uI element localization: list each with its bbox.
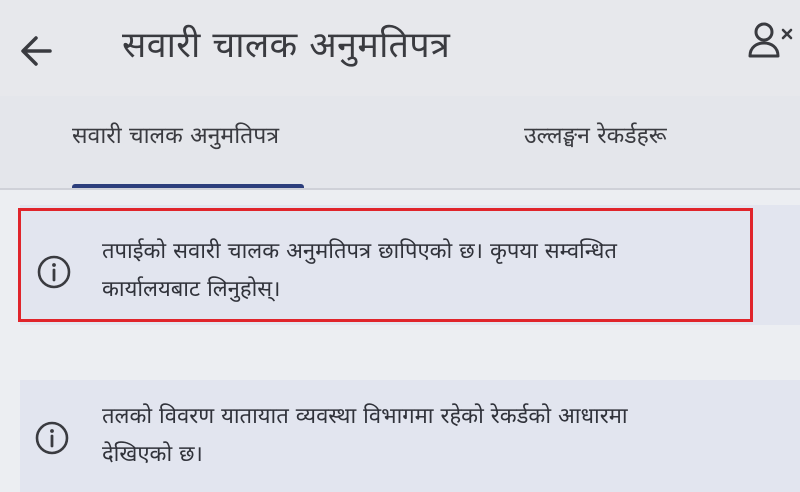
driving-license-screen: सवारी चालक अनुमतिपत्र सवारी चालक अनुमतिप… — [0, 0, 800, 492]
user-account-button[interactable] — [744, 18, 800, 68]
license-printed-notice: तपाईको सवारी चालक अनुमतिपत्र छापिएको छ। … — [20, 205, 800, 325]
info-icon — [35, 421, 69, 455]
app-bar: सवारी चालक अनुमतिपत्र — [0, 0, 800, 96]
user-remove-icon — [748, 22, 793, 58]
notice-text: तलको विवरण यातायात व्यवस्था विभागमा रहेक… — [102, 404, 628, 467]
back-button[interactable] — [14, 26, 64, 76]
notice-text: तपाईको सवारी चालक अनुमतिपत्र छापिएको छ। … — [102, 239, 617, 302]
info-icon — [37, 255, 71, 289]
tab-bar: सवारी चालक अनुमतिपत्र उल्लङ्घन रेकर्डहरू — [0, 96, 800, 189]
tab-divider — [0, 188, 800, 190]
tab-driving-license[interactable]: सवारी चालक अनुमतिपत्र — [72, 116, 279, 156]
arrow-left-icon — [21, 36, 52, 66]
page-title: सवारी चालक अनुमतिपत्र — [122, 25, 451, 66]
tab-violation-records[interactable]: उल्लङ्घन रेकर्डहरू — [524, 116, 667, 156]
record-source-notice: तलको विवरण यातायात व्यवस्था विभागमा रहेक… — [20, 380, 800, 492]
